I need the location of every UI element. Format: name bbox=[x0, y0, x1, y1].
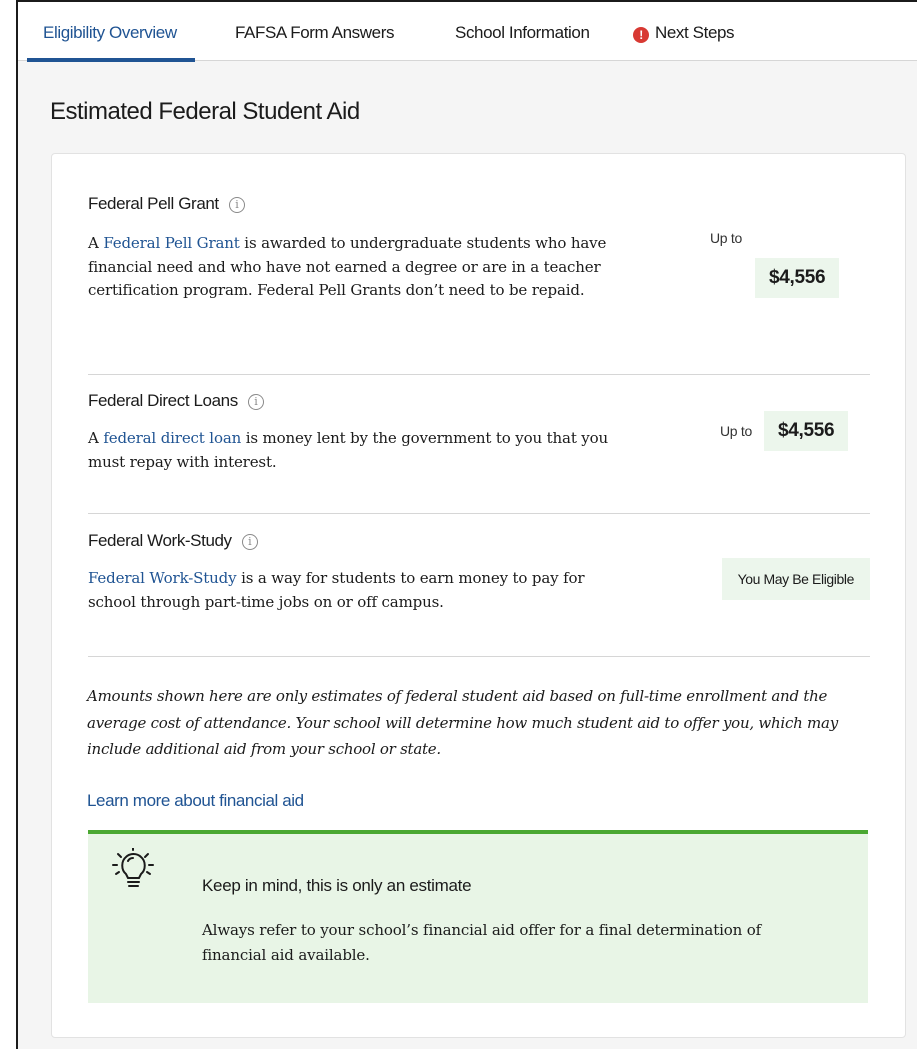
work-study-section: Federal Work-Study i Federal Work-Study i… bbox=[88, 531, 870, 621]
app-frame: Eligibility Overview FAFSA Form Answers … bbox=[16, 0, 917, 1049]
tab-bar: Eligibility Overview FAFSA Form Answers … bbox=[18, 2, 917, 62]
divider bbox=[88, 374, 870, 375]
amount-badge: $4,556 bbox=[764, 411, 849, 451]
up-to-label: Up to bbox=[710, 230, 742, 246]
up-to-label: Up to bbox=[720, 423, 752, 439]
tab-school-information[interactable]: School Information bbox=[455, 2, 590, 61]
tab-label: School Information bbox=[455, 23, 590, 42]
tab-label: FAFSA Form Answers bbox=[235, 23, 395, 42]
work-study-title: Federal Work-Study bbox=[88, 531, 232, 550]
tab-eligibility-overview[interactable]: Eligibility Overview bbox=[27, 2, 195, 62]
eligibility-status-badge: You May Be Eligible bbox=[721, 558, 870, 600]
pell-grant-amount: $4,556 bbox=[769, 267, 826, 288]
amount-badge: $4,556 bbox=[755, 258, 840, 298]
pell-grant-description: A Federal Pell Grant is awarded to under… bbox=[88, 232, 618, 303]
work-study-link[interactable]: Federal Work-Study bbox=[88, 569, 237, 587]
lightbulb-icon bbox=[112, 848, 154, 887]
pell-grant-title: Federal Pell Grant bbox=[88, 194, 219, 213]
estimate-disclaimer: Amounts shown here are only estimates of… bbox=[87, 687, 838, 758]
callout-title: Keep in mind, this is only an estimate bbox=[202, 876, 472, 895]
pell-grant-link[interactable]: Federal Pell Grant bbox=[103, 234, 240, 252]
desc-prefix: A bbox=[88, 234, 104, 252]
alert-icon: ! bbox=[633, 27, 649, 43]
callout-body: Always refer to your school’s financial … bbox=[202, 921, 762, 964]
tab-label: Eligibility Overview bbox=[43, 23, 177, 42]
divider bbox=[88, 656, 870, 657]
direct-loan-link[interactable]: federal direct loan bbox=[103, 429, 241, 447]
pell-grant-section: Federal Pell Grant i A Federal Pell Grant… bbox=[88, 194, 870, 354]
desc-prefix: A bbox=[88, 429, 104, 447]
aid-summary-card: Federal Pell Grant i A Federal Pell Grant… bbox=[51, 153, 906, 1038]
page-title: Estimated Federal Student Aid bbox=[50, 98, 360, 125]
direct-loans-amount: $4,556 bbox=[778, 420, 835, 441]
tab-fafsa-form-answers[interactable]: FAFSA Form Answers bbox=[235, 2, 394, 61]
direct-loans-section: Federal Direct Loans i A federal direct l… bbox=[88, 391, 870, 481]
info-icon[interactable]: i bbox=[228, 197, 245, 213]
estimate-callout: Keep in mind, this is only an estimate A… bbox=[88, 830, 868, 1003]
learn-more-link[interactable]: Learn more about financial aid bbox=[87, 791, 304, 811]
tab-label: Next Steps bbox=[655, 23, 735, 42]
work-study-description: Federal Work-Study is a way for students… bbox=[88, 567, 618, 614]
info-icon[interactable]: i bbox=[247, 394, 264, 410]
section-heading: Federal Direct Loans i bbox=[88, 391, 264, 411]
section-heading: Federal Pell Grant i bbox=[88, 194, 245, 214]
info-icon[interactable]: i bbox=[241, 534, 258, 550]
divider bbox=[88, 513, 870, 514]
direct-loans-description: A federal direct loan is money lent by t… bbox=[88, 427, 618, 474]
section-heading: Federal Work-Study i bbox=[88, 531, 258, 551]
direct-loans-title: Federal Direct Loans bbox=[88, 391, 238, 410]
tab-next-steps[interactable]: ! Next Steps bbox=[633, 2, 735, 61]
